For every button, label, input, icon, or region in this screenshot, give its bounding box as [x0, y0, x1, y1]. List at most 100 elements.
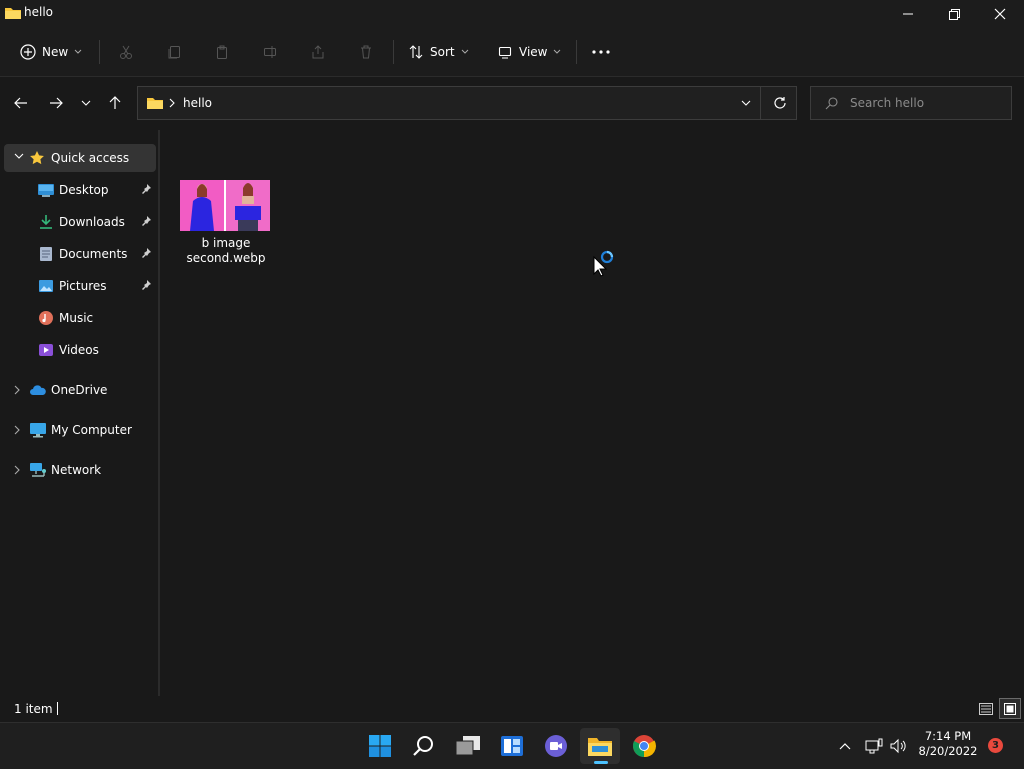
back-button[interactable]	[7, 89, 35, 117]
clock[interactable]: 7:14 PM 8/20/2022	[915, 729, 981, 759]
share-icon	[310, 44, 326, 60]
computer-icon	[29, 422, 47, 438]
share-button[interactable]	[306, 40, 330, 64]
download-icon	[37, 214, 55, 230]
sidebar-item-onedrive[interactable]: OneDrive	[4, 376, 156, 404]
command-bar: New Sort View	[0, 28, 1024, 77]
plus-circle-icon	[20, 44, 36, 60]
minimize-button[interactable]	[885, 0, 931, 28]
sidebar-item-quick-access[interactable]: Quick access	[4, 144, 156, 172]
widgets-button[interactable]	[492, 728, 532, 764]
show-hidden-icons-button[interactable]	[835, 736, 855, 756]
sidebar-item-music[interactable]: Music	[4, 304, 156, 332]
task-view-icon	[455, 735, 481, 757]
thumbnails-view-button[interactable]	[999, 698, 1021, 719]
up-button[interactable]	[101, 89, 129, 117]
cloud-icon	[29, 384, 47, 396]
file-name: b image second.webp	[178, 236, 274, 266]
item-count: 1 item	[14, 702, 53, 716]
sidebar-item-my-computer[interactable]: My Computer	[4, 416, 156, 444]
new-button[interactable]: New	[20, 37, 82, 67]
chat-button[interactable]	[536, 728, 576, 764]
file-thumbnail	[180, 180, 270, 231]
desktop-icon	[37, 183, 55, 197]
chevron-right-icon[interactable]	[14, 385, 20, 395]
sidebar-item-label: Music	[59, 311, 94, 325]
file-name-line: b image	[201, 236, 251, 250]
view-button[interactable]: View	[497, 37, 561, 67]
cut-button[interactable]	[114, 40, 138, 64]
more-dots-icon	[592, 50, 610, 54]
start-button[interactable]	[360, 728, 400, 764]
chevron-down-icon	[461, 49, 469, 55]
rename-button[interactable]	[258, 40, 282, 64]
toolbar-divider	[576, 40, 577, 64]
see-more-button[interactable]	[589, 40, 613, 64]
details-view-button[interactable]	[976, 699, 996, 719]
search-icon	[825, 97, 838, 110]
arrow-right-icon	[49, 97, 63, 109]
sidebar-item-label: Videos	[59, 343, 99, 357]
scissors-icon	[118, 44, 134, 60]
view-label: View	[519, 45, 548, 59]
pin-icon[interactable]	[140, 183, 152, 195]
address-history-chevron-icon[interactable]	[741, 100, 751, 106]
forward-button[interactable]	[42, 89, 70, 117]
paste-button[interactable]	[210, 40, 234, 64]
widgets-icon	[500, 734, 524, 758]
folder-icon	[4, 5, 22, 21]
videos-icon	[37, 342, 55, 358]
sidebar-item-desktop[interactable]: Desktop	[4, 176, 156, 204]
chrome-taskbar-button[interactable]	[624, 728, 664, 764]
speaker-icon	[890, 738, 908, 754]
network-tray-button[interactable]	[862, 735, 886, 757]
close-button[interactable]	[977, 0, 1023, 28]
delete-button[interactable]	[354, 40, 378, 64]
sidebar-item-pictures[interactable]: Pictures	[4, 272, 156, 300]
breadcrumb-chevron-icon[interactable]	[169, 98, 175, 108]
view-icon	[497, 44, 513, 60]
chevron-down-icon	[553, 49, 561, 55]
sidebar-item-downloads[interactable]: Downloads	[4, 208, 156, 236]
pin-icon[interactable]	[140, 247, 152, 259]
details-view-icon	[979, 703, 993, 715]
file-name-line: second.webp	[186, 251, 266, 265]
pin-icon[interactable]	[140, 279, 152, 291]
search-taskbar-button[interactable]	[404, 728, 444, 764]
arrow-up-icon	[109, 96, 121, 110]
search-placeholder: Search hello	[850, 96, 925, 110]
sidebar-item-network[interactable]: Network	[4, 456, 156, 484]
task-view-button[interactable]	[448, 728, 488, 764]
volume-tray-button[interactable]	[887, 735, 911, 757]
sort-button[interactable]: Sort	[408, 37, 469, 67]
toolbar-divider	[393, 40, 394, 64]
chat-icon	[544, 734, 568, 758]
notification-badge[interactable]: 3	[988, 738, 1003, 753]
pictures-icon	[37, 278, 55, 294]
network-wired-icon	[865, 738, 883, 754]
sort-label: Sort	[430, 45, 455, 59]
chevron-down-icon[interactable]	[14, 153, 24, 159]
search-box[interactable]: Search hello	[810, 86, 1012, 120]
toolbar-divider	[99, 40, 100, 64]
chevron-right-icon[interactable]	[14, 425, 20, 435]
title-bar: hello	[0, 0, 1024, 28]
arrow-left-icon	[14, 97, 28, 109]
status-divider	[57, 702, 58, 715]
busy-cursor-icon	[593, 249, 617, 280]
restore-button[interactable]	[931, 0, 977, 28]
chevron-down-icon	[74, 49, 82, 55]
sidebar-item-documents[interactable]: Documents	[4, 240, 156, 268]
refresh-icon[interactable]	[773, 96, 787, 110]
sidebar-item-videos[interactable]: Videos	[4, 336, 156, 364]
address-bar[interactable]: hello	[137, 86, 797, 120]
copy-button[interactable]	[162, 40, 186, 64]
file-item[interactable]: b image second.webp	[178, 180, 274, 270]
breadcrumb-item[interactable]: hello	[183, 96, 212, 110]
recent-locations-button[interactable]	[72, 89, 100, 117]
window-title: hello	[24, 5, 53, 19]
pin-icon[interactable]	[140, 215, 152, 227]
file-explorer-taskbar-button[interactable]	[580, 728, 620, 764]
sidebar-item-label: My Computer	[51, 423, 132, 437]
chevron-right-icon[interactable]	[14, 465, 20, 475]
